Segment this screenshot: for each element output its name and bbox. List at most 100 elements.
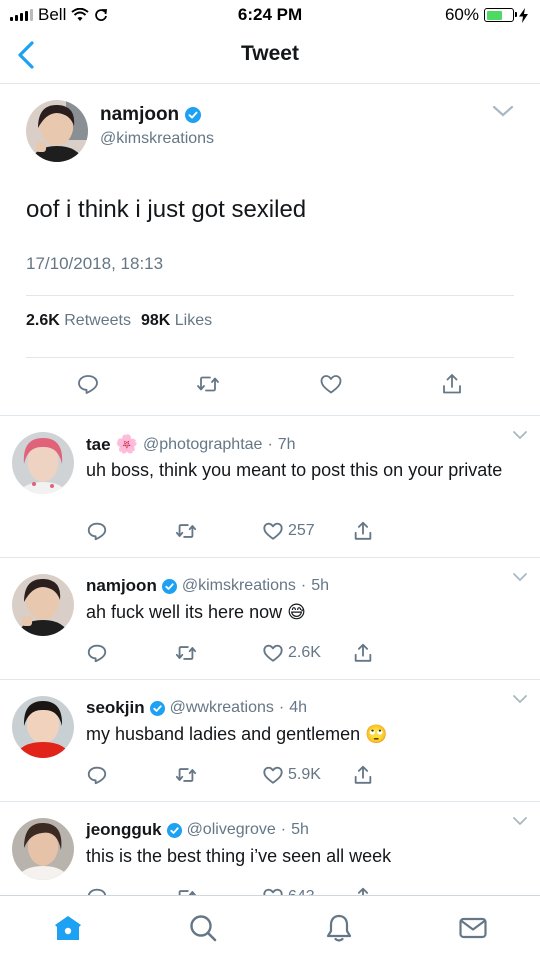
reply-header: seokjin @wwkreations · 4h <box>86 698 307 718</box>
heart-icon <box>263 522 283 540</box>
author-handle[interactable]: @kimskreations <box>100 130 214 148</box>
retweet-button[interactable] <box>196 372 220 396</box>
more-options-button[interactable] <box>492 104 514 118</box>
main-tweet: namjoon @kimskreations oof i think i jus… <box>0 84 540 416</box>
meta-separator: · <box>278 699 285 716</box>
author-name[interactable]: tae <box>86 435 111 455</box>
reply-button[interactable] <box>76 372 100 396</box>
author-handle[interactable]: @kimskreations <box>182 577 296 595</box>
share-icon <box>443 374 461 394</box>
reply-text: ah fuck well its here now 😅 <box>86 602 306 622</box>
reply-icon <box>78 375 98 394</box>
author-name-row: namjoon <box>100 104 202 126</box>
share-button[interactable] <box>352 520 374 542</box>
like-count: 5.9K <box>288 766 321 783</box>
like-button[interactable]: 2.6K <box>262 642 321 664</box>
reply-header: namjoon @kimskreations · 5h <box>86 576 329 596</box>
author-name[interactable]: namjoon <box>86 576 157 596</box>
like-button[interactable]: 5.9K <box>262 764 321 786</box>
more-options-button[interactable] <box>512 694 528 704</box>
reply-button[interactable] <box>86 642 108 664</box>
tab-bar <box>0 895 540 960</box>
chevron-down-icon <box>513 695 527 704</box>
heart-icon <box>320 375 342 394</box>
retweets-stat[interactable]: 2.6K Retweets <box>26 312 131 330</box>
share-button[interactable] <box>352 764 374 786</box>
avatar[interactable] <box>12 818 74 880</box>
author-handle[interactable]: @photographtae <box>143 436 262 454</box>
reply-tweet[interactable]: namjoon @kimskreations · 5h ah fuck well… <box>0 558 540 680</box>
bell-icon <box>326 914 352 942</box>
tab-search[interactable] <box>187 912 219 944</box>
reply-text: uh boss, think you meant to post this on… <box>86 460 503 480</box>
reply-text: this is the best thing i’ve seen all wee… <box>86 846 392 866</box>
share-button[interactable] <box>352 642 374 664</box>
meta-separator: · <box>280 821 287 838</box>
retweet-button[interactable] <box>175 642 197 664</box>
avatar[interactable] <box>12 432 74 494</box>
verified-icon <box>185 107 202 123</box>
reply-time: 4h <box>289 699 307 716</box>
reply-time: 7h <box>277 435 296 453</box>
likes-stat[interactable]: 98K Likes <box>141 312 212 330</box>
chevron-down-icon <box>513 431 527 440</box>
retweets-count: 2.6K <box>26 312 60 329</box>
reply-button[interactable] <box>86 520 108 542</box>
like-button[interactable] <box>319 372 343 396</box>
like-count: 2.6K <box>288 644 321 661</box>
more-options-button[interactable] <box>512 816 528 826</box>
author-name[interactable]: namjoon <box>100 104 179 126</box>
tab-messages[interactable] <box>457 912 489 944</box>
chevron-down-icon <box>492 105 514 117</box>
reply-time: 5h <box>291 821 309 838</box>
home-icon <box>55 916 81 940</box>
reply-text: my husband ladies and gentlemen 🙄 <box>86 724 388 744</box>
verified-icon <box>161 578 177 594</box>
verified-icon <box>149 700 165 716</box>
author-handle[interactable]: @olivegrove <box>187 821 276 839</box>
avatar[interactable] <box>12 696 74 758</box>
reply-button[interactable] <box>86 764 108 786</box>
more-options-button[interactable] <box>512 430 528 440</box>
tab-home[interactable] <box>52 912 84 944</box>
tweet-actions <box>0 372 540 396</box>
meta-separator: · <box>300 577 307 594</box>
share-icon <box>354 765 372 784</box>
retweet-button[interactable] <box>175 764 197 786</box>
like-button[interactable]: 257 <box>262 520 315 542</box>
battery-icon <box>484 8 517 22</box>
more-options-button[interactable] <box>512 572 528 582</box>
reply-icon <box>87 766 107 785</box>
avatar[interactable] <box>26 100 88 162</box>
retweets-label: Retweets <box>64 312 131 329</box>
divider <box>26 295 514 296</box>
retweet-icon <box>175 768 197 782</box>
tweet-stats: 2.6K Retweets 98K Likes <box>26 312 212 330</box>
retweet-icon <box>197 376 219 392</box>
reply-icon <box>87 644 107 663</box>
tweet-timestamp: 17/10/2018, 18:13 <box>26 254 164 273</box>
tab-notifications[interactable] <box>323 912 355 944</box>
heart-icon <box>263 644 283 662</box>
chevron-down-icon <box>513 573 527 582</box>
reply-actions: 2.6K <box>86 642 386 666</box>
share-icon <box>354 521 372 540</box>
author-handle[interactable]: @wwkreations <box>170 699 274 717</box>
retweet-button[interactable] <box>175 520 197 542</box>
reply-time: 5h <box>311 577 330 594</box>
tweet-text: oof i think i just got sexiled <box>26 196 307 223</box>
author-name[interactable]: jeongguk <box>86 820 162 840</box>
reply-tweet[interactable]: tae 🌸 @photographtae · 7h uh boss, think… <box>0 416 540 558</box>
reply-icon <box>87 522 107 541</box>
reply-tweet[interactable]: seokjin @wwkreations · 4h my husband lad… <box>0 680 540 802</box>
status-bar: Bell 6:24 PM 60% <box>0 0 540 30</box>
retweet-icon <box>175 524 197 538</box>
avatar[interactable] <box>12 574 74 636</box>
heart-icon <box>263 766 283 784</box>
charging-icon <box>519 7 528 23</box>
author-name[interactable]: seokjin <box>86 698 145 718</box>
share-button[interactable] <box>440 372 464 396</box>
verified-icon <box>166 822 182 838</box>
chevron-down-icon <box>513 817 527 826</box>
nav-bar: Tweet <box>0 30 540 84</box>
